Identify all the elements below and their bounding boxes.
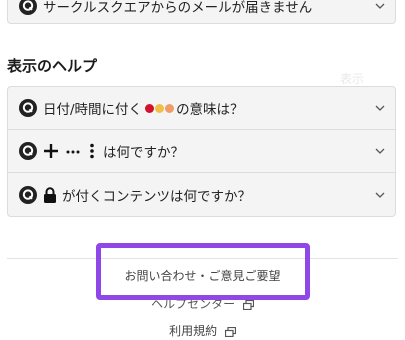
question-icon (19, 0, 37, 15)
faq-item-prefix: 日付/時間に付く (43, 102, 143, 118)
terms-link-label: 利用規約 (169, 324, 218, 338)
chevron-down-icon (375, 148, 385, 154)
chevron-down-icon (375, 105, 385, 111)
faq-item-mail-not-arriving[interactable]: サークルスクエアからのメールが届きません (7, 0, 396, 24)
orange-dot-icon (165, 103, 175, 113)
faq-item-label: 日付/時間に付く の意味は？ (43, 98, 244, 118)
faq-item-label: は何ですか？ (43, 141, 184, 161)
faq-item-lock-content[interactable]: が付くコンテンツは何ですか？ (8, 173, 395, 216)
section-heading-display-help: 表示のヘルプ (7, 57, 98, 75)
help-center-link-label: ヘルプセンター (151, 297, 236, 311)
more-vertical-icon (90, 143, 94, 159)
faq-item-label: サークルスクエアからのメールが届きません (43, 0, 313, 16)
faq-item-suffix: が付くコンテンツは何ですか？ (62, 188, 251, 205)
display-help-list: 日付/時間に付く の意味は？ は何ですか？ が付くコンテンツは何ですか？ (7, 86, 396, 217)
help-page: サークルスクエアからのメールが届きません 表示 表示のヘルプ 日付/時間に付く … (0, 0, 405, 340)
external-window-icon (224, 326, 236, 337)
plus-icon (44, 144, 58, 158)
chevron-down-icon (375, 192, 385, 198)
lock-icon (44, 186, 56, 203)
faq-item-suffix: の意味は？ (176, 102, 244, 118)
contact-link-label: お問い合わせ・ご意見ご要望 (124, 269, 281, 283)
contact-link[interactable]: お問い合わせ・ご意見ご要望 (0, 267, 405, 284)
help-center-link[interactable]: ヘルプセンター (0, 295, 405, 312)
red-dot-icon (145, 103, 155, 113)
chevron-down-icon (375, 3, 385, 9)
yellow-dot-icon (155, 103, 165, 113)
more-horizontal-icon (66, 150, 80, 154)
faded-background-text: 表示 (340, 72, 365, 86)
status-dots (145, 103, 175, 113)
faq-item-symbols[interactable]: は何ですか？ (8, 130, 395, 173)
external-window-icon (242, 299, 254, 310)
footer-divider (7, 258, 398, 259)
question-icon (19, 185, 37, 204)
faq-item-date-time-dots[interactable]: 日付/時間に付く の意味は？ (8, 87, 395, 130)
question-icon (19, 142, 37, 160)
faq-item-label: が付くコンテンツは何ですか？ (43, 185, 251, 205)
terms-link[interactable]: 利用規約 (0, 322, 405, 339)
question-icon (19, 99, 37, 117)
faq-item-suffix: は何ですか？ (103, 145, 184, 161)
